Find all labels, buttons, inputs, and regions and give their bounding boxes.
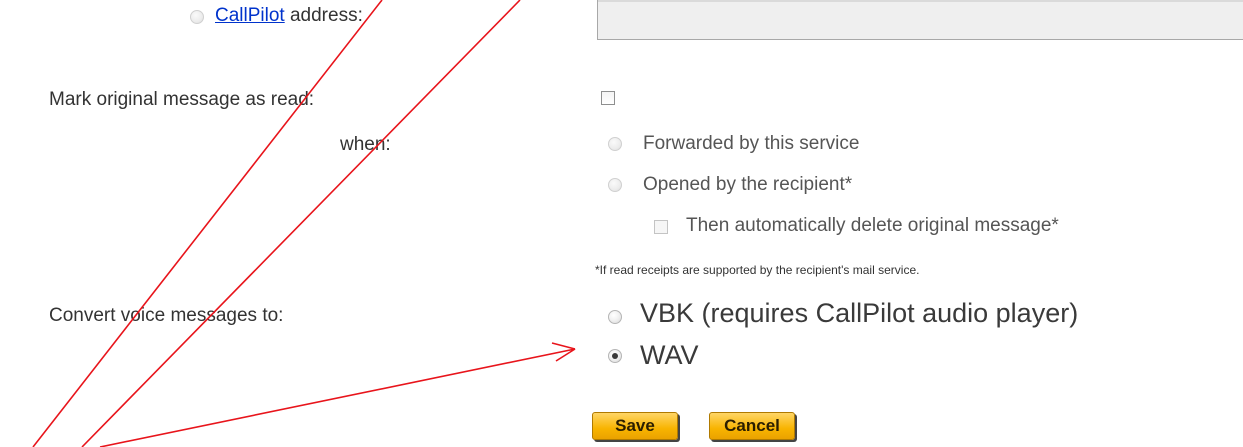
callpilot-address-radio[interactable] [190, 10, 204, 24]
callpilot-address-suffix: address: [284, 5, 363, 26]
annotation-line-a [32, 0, 383, 447]
mark-read-checkbox[interactable] [601, 91, 615, 105]
convert-label: Convert voice messages to: [49, 305, 284, 326]
wav-label: WAV [640, 340, 699, 370]
auto-delete-label: Then automatically delete original messa… [686, 215, 1059, 236]
annotation-arrow-head-upper [551, 342, 576, 350]
forwarded-radio[interactable] [608, 137, 622, 151]
cancel-button[interactable]: Cancel [709, 412, 795, 440]
annotation-arrow-shaft [99, 348, 576, 447]
opened-radio[interactable] [608, 178, 622, 192]
opened-label: Opened by the recipient* [643, 174, 853, 195]
annotation-arrow-head-lower [555, 348, 576, 362]
read-receipt-note: *If read receipts are supported by the r… [595, 263, 920, 277]
wav-radio[interactable] [608, 349, 622, 363]
auto-delete-checkbox[interactable] [654, 220, 668, 234]
save-button[interactable]: Save [592, 412, 678, 440]
annotation-line-b [81, 0, 521, 447]
vbk-label: VBK (requires CallPilot audio player) [640, 298, 1079, 328]
callpilot-address-input[interactable] [597, 0, 1243, 40]
vbk-radio[interactable] [608, 310, 622, 324]
callpilot-link[interactable]: CallPilot [215, 5, 285, 26]
forwarded-label: Forwarded by this service [643, 133, 860, 154]
callpilot-address-label: CallPilot address: [215, 5, 363, 27]
mark-read-label: Mark original message as read: [49, 89, 315, 110]
when-label: when: [340, 134, 391, 155]
